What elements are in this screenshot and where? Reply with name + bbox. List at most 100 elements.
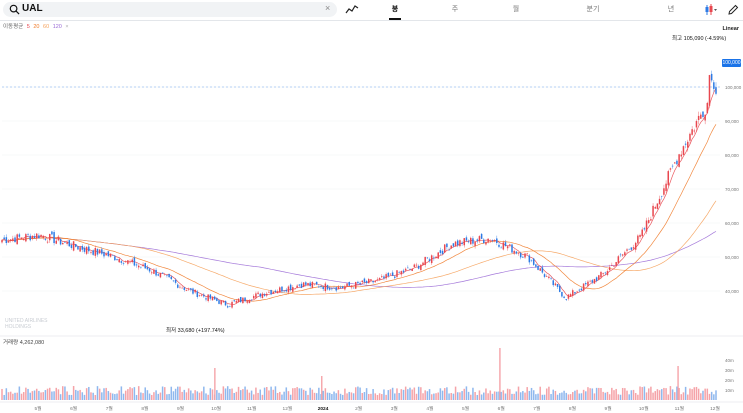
candle-body: [572, 290, 574, 296]
close-icon[interactable]: ×: [65, 24, 68, 30]
search-box[interactable]: UAL ×: [3, 2, 337, 17]
volume-bar: [502, 390, 505, 400]
volume-bar: [715, 390, 717, 400]
time-tick-label: 11월: [675, 405, 684, 412]
volume-bar: [3, 394, 5, 400]
candle-body: [131, 259, 133, 263]
candle-body: [706, 102, 709, 114]
volume-bar: [680, 394, 683, 400]
ma120-line: [1, 231, 717, 288]
volume-bar: [710, 391, 713, 400]
candle-body: [55, 240, 58, 244]
volume-bar: [470, 394, 472, 400]
candle-body: [574, 292, 576, 294]
volume-bar: [335, 393, 337, 400]
candle-body: [556, 283, 559, 287]
volume-bar: [634, 393, 637, 400]
time-tick-label: 9월: [605, 405, 612, 412]
candle-body: [142, 264, 144, 267]
tab-weekly[interactable]: 주: [452, 4, 458, 14]
stock-chart[interactable]: 40,000 50,000 60,000 70,000 80,000 90,000 100,…: [0, 0, 743, 413]
candle-body: [422, 262, 424, 266]
scale-mode-label[interactable]: Linear: [722, 26, 739, 32]
volume-bar: [593, 393, 596, 400]
tab-daily[interactable]: 봉: [392, 4, 398, 14]
volume-bar: [450, 392, 452, 400]
volume-bar: [443, 388, 446, 400]
candle-body: [307, 282, 309, 286]
candle-body: [5, 237, 8, 244]
candle-body: [639, 234, 641, 237]
volume-bar: [589, 388, 591, 400]
volume-bar: [341, 394, 344, 400]
volume-bar: [430, 394, 433, 400]
moving-average-legend[interactable]: 이동평균 5 20 60 120 ×: [3, 22, 71, 30]
candle-body: [326, 285, 329, 290]
candle-body: [674, 162, 676, 164]
volume-bar: [127, 389, 129, 400]
candle-body: [372, 280, 374, 283]
volume-bar: [639, 386, 641, 400]
volume-bar: [157, 393, 160, 400]
candle-body: [116, 259, 118, 261]
candle-body: [697, 115, 700, 121]
price-tick-label: 80,000: [725, 153, 739, 158]
volume-bar: [713, 394, 715, 400]
candle-body: [101, 249, 103, 254]
candle-body: [203, 294, 205, 297]
candle-body: [289, 284, 292, 290]
volume-bar: [600, 388, 602, 400]
tab-quarterly[interactable]: 분기: [587, 4, 600, 14]
candle-body: [90, 251, 92, 253]
clear-icon[interactable]: ×: [325, 3, 330, 13]
candle-body: [7, 241, 10, 243]
volume-bar: [465, 386, 468, 400]
volume-bar: [283, 391, 285, 400]
volume-bar: [474, 392, 476, 400]
volume-bar: [483, 392, 485, 400]
candle-body: [33, 236, 36, 239]
candle-body: [359, 282, 361, 285]
volume-bar: [545, 388, 548, 400]
candle-body: [79, 247, 81, 252]
candlestick-icon[interactable]: [704, 3, 718, 17]
candle-body: [337, 286, 340, 289]
candle-body: [62, 242, 64, 245]
volume-bar: [417, 386, 420, 400]
line-chart-icon[interactable]: [345, 3, 359, 17]
tab-yearly[interactable]: 년: [668, 4, 674, 14]
candle-body: [519, 253, 522, 258]
candle-body: [498, 244, 500, 247]
candle-body: [591, 280, 594, 283]
candle-body: [715, 87, 717, 94]
candle-body: [402, 270, 405, 273]
volume-bar: [532, 390, 535, 400]
tab-monthly[interactable]: 월: [513, 4, 519, 14]
volume-bar: [292, 388, 294, 400]
ticker-input[interactable]: UAL: [22, 3, 43, 14]
volume-bar: [359, 387, 361, 400]
candle-body: [645, 220, 648, 232]
candle-body: [88, 246, 90, 252]
volume-bar: [322, 390, 324, 400]
candle-body: [263, 294, 266, 296]
candle-body: [563, 296, 565, 298]
pencil-icon[interactable]: [726, 3, 740, 17]
volume-bar: [96, 386, 99, 400]
volume-bar: [354, 387, 357, 400]
volume-bar: [461, 391, 463, 400]
candle-body: [415, 264, 418, 266]
candle-body: [689, 133, 691, 141]
volume-bar: [563, 390, 565, 400]
high-price-label: 최고 105,090 (-4.59%): [672, 36, 727, 42]
volume-bar: [587, 387, 589, 400]
volume-bar: [491, 393, 494, 400]
candle-body: [602, 273, 604, 275]
volume-bar: [179, 386, 181, 400]
volume-bar: [439, 388, 442, 400]
candle-body: [133, 257, 136, 266]
candle-body: [346, 283, 348, 287]
volume-bar: [632, 389, 635, 400]
candle-body: [38, 235, 40, 239]
candle-body: [474, 241, 476, 246]
